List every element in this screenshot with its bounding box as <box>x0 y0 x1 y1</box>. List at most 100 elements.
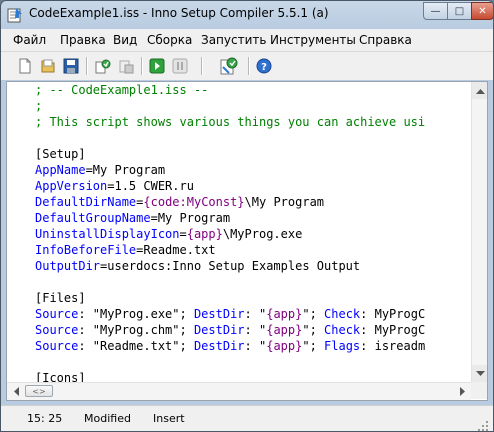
maximize-icon: □ <box>454 5 465 17</box>
code-token-key: DestDir <box>193 323 245 337</box>
cursor-position: 15: 25 <box>27 412 63 425</box>
pause-button[interactable] <box>170 56 190 76</box>
code-token-key: AppName <box>35 163 86 177</box>
code-text-area[interactable]: ; -- CodeExample1.iss --; ; This script s… <box>35 82 471 382</box>
code-line: [Setup] <box>35 146 471 162</box>
code-token-val: \My Program <box>244 195 325 209</box>
code-line: InfoBeforeFile=Readme.txt <box>35 242 471 258</box>
status-bar: 15: 25 Modified Insert <box>1 405 493 432</box>
compile-button[interactable] <box>93 56 113 76</box>
help-button[interactable]: ? <box>254 56 274 76</box>
wizard-icon <box>220 57 238 75</box>
code-token-section: [Setup] <box>35 147 86 161</box>
code-token-comment: ; <box>35 99 43 113</box>
code-token-val: \MyProg.exe <box>222 227 303 241</box>
code-line: Source: "MyProg.chm"; DestDir: "{app}"; … <box>35 322 471 338</box>
toolbar: ? <box>1 52 493 80</box>
save-icon <box>63 58 79 74</box>
code-token-key: DestDir <box>193 307 245 321</box>
scroll-up-button[interactable] <box>472 82 487 99</box>
scroll-left-button[interactable] <box>7 383 24 400</box>
code-token-val: : "MyProg.exe"; <box>78 307 194 321</box>
code-token-key: UninstallDisplayIcon <box>35 227 180 241</box>
code-token-key: Check <box>324 323 361 337</box>
code-line: [Files] <box>35 290 471 306</box>
app-window: CodeExample1.iss - Inno Setup Compiler 5… <box>0 0 494 432</box>
save-button[interactable] <box>61 56 81 76</box>
code-token-key: DefaultDirName <box>35 195 137 209</box>
scrollbar-corner <box>471 382 487 399</box>
code-token-const: {app} <box>266 323 303 337</box>
vertical-scrollbar[interactable] <box>471 82 487 382</box>
new-icon <box>19 58 31 74</box>
code-token-const: {app} <box>266 339 303 353</box>
code-token-val: "; <box>302 339 325 353</box>
resize-grip-icon[interactable] <box>477 420 489 432</box>
menu-bar: Файл Правка Вид Сборка Запустить Инструм… <box>1 29 493 52</box>
title-bar[interactable]: CodeExample1.iss - Inno Setup Compiler 5… <box>1 1 493 29</box>
code-editor[interactable]: ; -- CodeExample1.iss --; ; This script s… <box>6 81 488 401</box>
modified-indicator: Modified <box>84 412 131 425</box>
scroll-right-button[interactable] <box>454 383 471 400</box>
run-button[interactable] <box>147 56 167 76</box>
open-button[interactable] <box>38 56 58 76</box>
code-token-val: =userdocs:Inno Setup Examples Output <box>100 259 361 273</box>
toolbar-separator <box>201 57 203 75</box>
code-token-val: : MyProgC <box>360 323 426 337</box>
horizontal-scrollbar[interactable]: <> <box>7 382 471 400</box>
code-token-key: Check <box>324 307 361 321</box>
help-icon: ? <box>256 58 272 74</box>
new-button[interactable] <box>15 56 35 76</box>
menu-run[interactable]: Запустить <box>201 33 266 47</box>
code-line: Source: "Readme.txt"; DestDir: "{app}"; … <box>35 338 471 354</box>
code-line: ; <box>35 98 471 114</box>
toolbar-separator <box>141 57 143 75</box>
maximize-button[interactable]: □ <box>447 2 472 20</box>
compile-icon <box>95 59 111 74</box>
menu-view[interactable]: Вид <box>113 33 137 47</box>
code-token-val: : " <box>244 323 267 337</box>
code-token-comment: ; -- CodeExample1.iss -- <box>35 83 209 97</box>
code-line: ; -- CodeExample1.iss -- <box>35 82 471 98</box>
menu-file[interactable]: Файл <box>13 33 46 47</box>
close-button[interactable]: ✕ <box>471 2 493 20</box>
arrow-down-icon <box>476 370 485 376</box>
code-token-key: InfoBeforeFile <box>35 243 137 257</box>
wizard-button[interactable] <box>219 56 239 76</box>
horizontal-scroll-thumb[interactable]: <> <box>25 385 53 397</box>
code-token-section: [Icons] <box>35 371 86 382</box>
insert-mode-indicator: Insert <box>153 412 185 425</box>
code-token-val: : isreadm <box>360 339 426 353</box>
menu-build[interactable]: Сборка <box>147 33 192 47</box>
code-token-key: DefaultGroupName <box>35 211 151 225</box>
code-token-val: : "Readme.txt"; <box>78 339 194 353</box>
arrow-right-icon <box>459 387 465 396</box>
code-token-key: Source <box>35 323 79 337</box>
code-token-val: =1.5 CWER.ru <box>107 179 194 193</box>
stop-compile-button[interactable] <box>116 56 136 76</box>
code-line: DefaultDirName={code:MyConst}\My Program <box>35 194 471 210</box>
code-token-val: : "MyProg.chm"; <box>78 323 194 337</box>
menu-help[interactable]: Справка <box>359 33 412 47</box>
toolbar-separator <box>86 57 88 75</box>
code-line: ; This script shows various things you c… <box>35 114 471 130</box>
open-icon <box>41 59 55 73</box>
toolbar-separator <box>248 57 250 75</box>
code-line: DefaultGroupName=My Program <box>35 210 471 226</box>
code-line: AppVersion=1.5 CWER.ru <box>35 178 471 194</box>
code-line: AppName=My Program <box>35 162 471 178</box>
svg-text:?: ? <box>261 62 267 73</box>
menu-edit[interactable]: Правка <box>60 33 106 47</box>
code-token-section: [Files] <box>35 291 86 305</box>
code-token-val: : " <box>244 339 267 353</box>
code-token-key: AppVersion <box>35 179 108 193</box>
code-token-const: {app} <box>186 227 223 241</box>
scroll-down-button[interactable] <box>472 365 487 382</box>
menu-tools[interactable]: Инструменты <box>270 33 356 47</box>
arrow-left-icon <box>13 387 19 396</box>
code-token-key: Flags <box>324 339 361 353</box>
minimize-button[interactable]: — <box>423 2 448 20</box>
